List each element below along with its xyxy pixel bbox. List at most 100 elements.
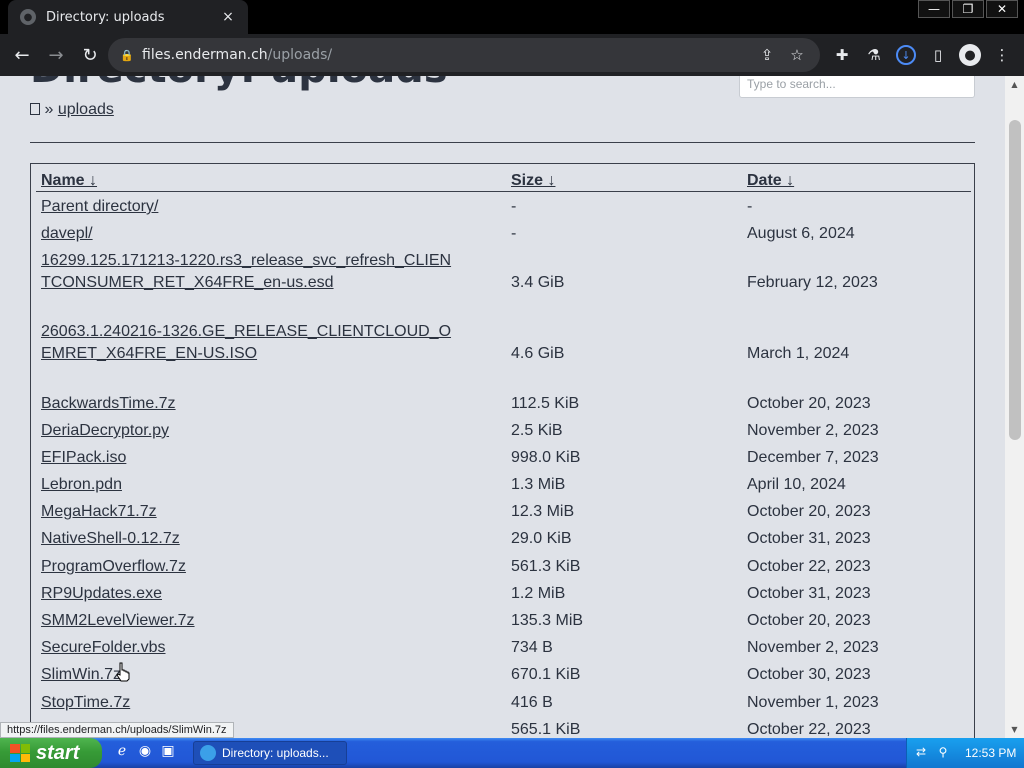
home-icon[interactable] — [30, 103, 40, 115]
file-listing-table: Name ↓ Size ↓ Date ↓ Parent directory/ -… — [30, 163, 975, 738]
file-size: 29.0 KiB — [511, 530, 572, 547]
file-size: - — [511, 225, 517, 242]
sort-by-size-link[interactable]: Size ↓ — [511, 172, 555, 190]
file-date: October 20, 2023 — [747, 503, 871, 520]
file-size: 112.5 KiB — [511, 395, 580, 412]
file-link[interactable]: StopTime.7z — [41, 692, 541, 714]
taskbar-window-button[interactable]: Directory: uploads... — [193, 741, 347, 765]
side-panel-icon[interactable]: ▯ — [922, 39, 954, 71]
file-link[interactable]: NativeShell-0.12.7z — [41, 528, 541, 550]
file-link[interactable]: 16299.125.171213-1220.rs3_release_svc_re… — [41, 250, 456, 294]
file-link[interactable]: EFIPack.iso — [41, 447, 541, 469]
file-date: - — [747, 198, 753, 215]
breadcrumb-separator: » — [44, 101, 54, 118]
file-link[interactable]: RP9Updates.exe — [41, 583, 541, 605]
sort-by-name-link[interactable]: Name ↓ — [41, 172, 97, 190]
clock[interactable]: 12:53 PM — [965, 746, 1016, 760]
page-viewport: Directory: uploads Type to search... » u… — [0, 76, 1024, 738]
file-date: February 12, 2023 — [747, 274, 878, 291]
file-date: November 2, 2023 — [747, 639, 879, 656]
browser-tab[interactable]: ● Directory: uploads × — [8, 0, 248, 34]
file-date: March 1, 2024 — [747, 345, 850, 362]
extensions-icon[interactable]: ✚ — [826, 39, 858, 71]
file-size: - — [511, 198, 517, 215]
url-path: /uploads/ — [267, 47, 333, 63]
forward-icon[interactable]: → — [40, 39, 72, 71]
vertical-scrollbar[interactable]: ▲ ▼ — [1005, 76, 1024, 738]
sort-by-date-link[interactable]: Date ↓ — [747, 172, 794, 190]
profile-avatar-icon[interactable]: ● — [954, 39, 986, 71]
breadcrumb: » uploads — [30, 101, 114, 119]
show-desktop-icon[interactable]: ▣ — [158, 743, 178, 763]
address-bar[interactable]: 🔒 files.enderman.ch/uploads/ ⇪ ☆ — [108, 38, 820, 72]
taskbar-window-label: Directory: uploads... — [222, 746, 329, 760]
file-date: August 6, 2024 — [747, 225, 855, 242]
file-size: 561.3 KiB — [511, 558, 581, 575]
start-button[interactable]: start — [0, 738, 102, 768]
file-link[interactable]: davepl/ — [41, 223, 541, 245]
file-size: 734 B — [511, 639, 553, 656]
internet-explorer-icon[interactable]: ℯ — [112, 743, 132, 763]
share-icon[interactable]: ⇪ — [752, 46, 782, 64]
link-status-url: https://files.enderman.ch/uploads/SlimWi… — [0, 722, 234, 738]
globe-icon: ● — [20, 9, 36, 25]
scrollbar-thumb[interactable] — [1009, 120, 1021, 440]
download-icon[interactable]: ↓ — [890, 39, 922, 71]
quick-launch: ℯ ◉ ▣ — [112, 743, 181, 763]
start-label: start — [36, 741, 80, 764]
file-link[interactable]: Lebron.pdn — [41, 474, 541, 496]
file-size: 2.5 KiB — [511, 422, 563, 439]
file-link[interactable]: DeriaDecryptor.py — [41, 420, 541, 442]
file-date: October 20, 2023 — [747, 395, 871, 412]
divider — [30, 142, 975, 143]
file-size: 670.1 KiB — [511, 666, 581, 683]
file-link[interactable]: BackwardsTime.7z — [41, 393, 541, 415]
browser-app-icon — [200, 745, 216, 761]
breadcrumb-uploads-link[interactable]: uploads — [58, 101, 114, 118]
file-date: December 7, 2023 — [747, 449, 879, 466]
file-link[interactable]: 26063.1.240216-1326.GE_RELEASE_CLIENTCLO… — [41, 321, 456, 365]
file-date: October 22, 2023 — [747, 558, 871, 575]
search-input[interactable]: Type to search... — [739, 76, 975, 98]
table-header: Name ↓ Size ↓ Date ↓ — [36, 168, 971, 192]
back-icon[interactable]: ← — [6, 39, 38, 71]
network-icon[interactable]: ⇄ — [913, 745, 929, 761]
bookmark-star-icon[interactable]: ☆ — [782, 46, 812, 64]
file-date: November 1, 2023 — [747, 694, 879, 711]
file-size: 1.2 MiB — [511, 585, 566, 602]
browser-toolbar: ← → ↻ 🔒 files.enderman.ch/uploads/ ⇪ ☆ ✚… — [0, 34, 1024, 76]
file-size: 998.0 KiB — [511, 449, 581, 466]
url-host: files.enderman.ch — [142, 47, 268, 63]
window-close-button[interactable]: ✕ — [986, 0, 1018, 18]
file-size: 135.3 MiB — [511, 612, 584, 629]
file-link[interactable]: SecureFolder.vbs — [41, 637, 541, 659]
restore-button[interactable]: ❐ — [952, 0, 984, 18]
file-date: October 31, 2023 — [747, 585, 871, 602]
scroll-down-arrow-icon[interactable]: ▼ — [1005, 725, 1024, 734]
menu-kebab-icon[interactable]: ⋮ — [986, 39, 1018, 71]
taskbar: start ℯ ◉ ▣ Directory: uploads... ⇄ ⚲ 12… — [0, 738, 1024, 768]
minimize-button[interactable]: — — [918, 0, 950, 18]
file-date: October 30, 2023 — [747, 666, 871, 683]
tab-title: Directory: uploads — [46, 9, 165, 25]
file-link[interactable]: SMM2LevelViewer.7z — [41, 610, 541, 632]
file-link[interactable]: MegaHack71.7z — [41, 501, 541, 523]
title-bar: ● Directory: uploads × — ❐ ✕ — [0, 0, 1024, 34]
file-size: 416 B — [511, 694, 553, 711]
page-title: Directory: uploads — [30, 76, 448, 92]
file-size: 565.1 KiB — [511, 721, 581, 738]
file-size: 1.3 MiB — [511, 476, 566, 493]
media-player-icon[interactable]: ◉ — [135, 743, 155, 763]
reload-icon[interactable]: ↻ — [74, 39, 106, 71]
search-tray-icon[interactable]: ⚲ — [935, 745, 951, 761]
file-link[interactable]: Parent directory/ — [41, 196, 541, 218]
file-date: October 22, 2023 — [747, 721, 871, 738]
scroll-up-arrow-icon[interactable]: ▲ — [1005, 80, 1024, 89]
file-date: October 31, 2023 — [747, 530, 871, 547]
labs-flask-icon[interactable]: ⚗ — [858, 39, 890, 71]
file-link[interactable]: ProgramOverflow.7z — [41, 556, 541, 578]
file-size: 3.4 GiB — [511, 274, 565, 291]
tab-close-button[interactable]: × — [220, 9, 236, 25]
file-date: November 2, 2023 — [747, 422, 879, 439]
file-date: October 20, 2023 — [747, 612, 871, 629]
